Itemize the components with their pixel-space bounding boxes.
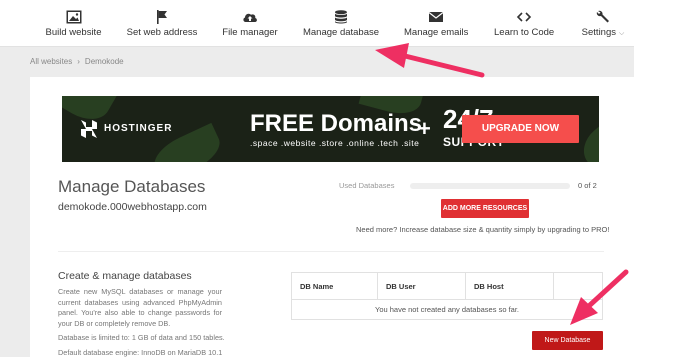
nav-label: Manage database — [302, 27, 380, 38]
flag-icon — [157, 10, 167, 24]
promo-banner[interactable]: HOSTINGER FREE Domains .space .website .… — [62, 96, 599, 162]
database-icon — [335, 10, 347, 24]
nav-label: Set web address — [126, 27, 198, 38]
cloud-upload-icon — [243, 13, 257, 22]
page-title: Manage Databases — [58, 177, 206, 196]
nav-set-web-address[interactable]: Set web address — [126, 0, 198, 47]
breadcrumb-current: Demokode — [84, 57, 124, 66]
new-database-button[interactable]: New Database — [532, 331, 603, 350]
table-row: You have not created any databases so fa… — [292, 300, 603, 320]
used-databases-count: 0 of 2 — [578, 181, 597, 190]
section-title: Create & manage databases — [58, 270, 192, 282]
settings-label: Settings — [581, 27, 616, 38]
banner-headline: FREE Domains — [250, 110, 423, 137]
nav-build-website[interactable]: Build website — [40, 0, 107, 47]
section-divider — [58, 251, 604, 252]
wrench-icon — [596, 10, 609, 23]
databases-table: DB Name DB User DB Host You have not cre… — [291, 272, 603, 320]
nav-settings[interactable]: Settings ⌵ — [578, 0, 628, 47]
nav-label: Build website — [45, 27, 102, 38]
banner-tlds: .space .website .store .online .tech .si… — [250, 138, 420, 148]
used-databases-label: Used Databases — [339, 181, 395, 190]
arrow-to-manage-database — [402, 53, 485, 78]
site-host: demokode.000webhostapp.com — [58, 201, 207, 213]
nav-label: Learn to Code — [494, 27, 555, 38]
upgrade-hint: Need more? Increase database size & quan… — [356, 225, 610, 234]
right-gutter — [634, 0, 700, 357]
banner-plus: + — [418, 116, 431, 141]
nav-file-manager[interactable]: File manager — [220, 0, 280, 47]
breadcrumb-all-websites[interactable]: All websites — [30, 57, 72, 66]
column-header: DB Host — [465, 272, 554, 300]
database-limit-text: Database is limited to: 1 GB of data and… — [58, 333, 225, 342]
hostinger-logo-icon — [81, 120, 97, 138]
nav-manage-database[interactable]: Manage database — [302, 0, 380, 47]
top-nav: Build website Set web address File manag… — [0, 0, 634, 47]
chevron-down-icon: ⌵ — [619, 30, 625, 37]
nav-label: Settings ⌵ — [578, 27, 628, 38]
nav-manage-emails[interactable]: Manage emails — [404, 0, 468, 47]
nav-label: File manager — [222, 27, 278, 38]
column-header-actions — [553, 272, 603, 300]
section-description: Create new MySQL databases or manage you… — [58, 287, 222, 328]
add-more-resources-button[interactable]: ADD MORE RESOURCES — [441, 199, 529, 218]
nav-label: Manage emails — [404, 27, 469, 38]
banner-brand: HOSTINGER — [104, 123, 173, 134]
code-icon — [516, 12, 532, 22]
nav-learn-to-code[interactable]: Learn to Code — [494, 0, 554, 47]
breadcrumb: All websites › Demokode — [30, 57, 124, 66]
used-databases-bar — [410, 183, 570, 189]
chevron-right-icon: › — [77, 57, 80, 66]
empty-state-text: You have not created any databases so fa… — [375, 305, 519, 314]
column-header: DB Name — [291, 272, 378, 300]
table-header-row: DB Name DB User DB Host — [291, 272, 603, 300]
image-icon — [66, 10, 81, 24]
envelope-icon — [428, 12, 444, 22]
upgrade-now-button[interactable]: UPGRADE NOW — [462, 115, 579, 143]
database-engine-text: Default database engine: InnoDB on Maria… — [58, 348, 223, 357]
column-header: DB User — [377, 272, 466, 300]
